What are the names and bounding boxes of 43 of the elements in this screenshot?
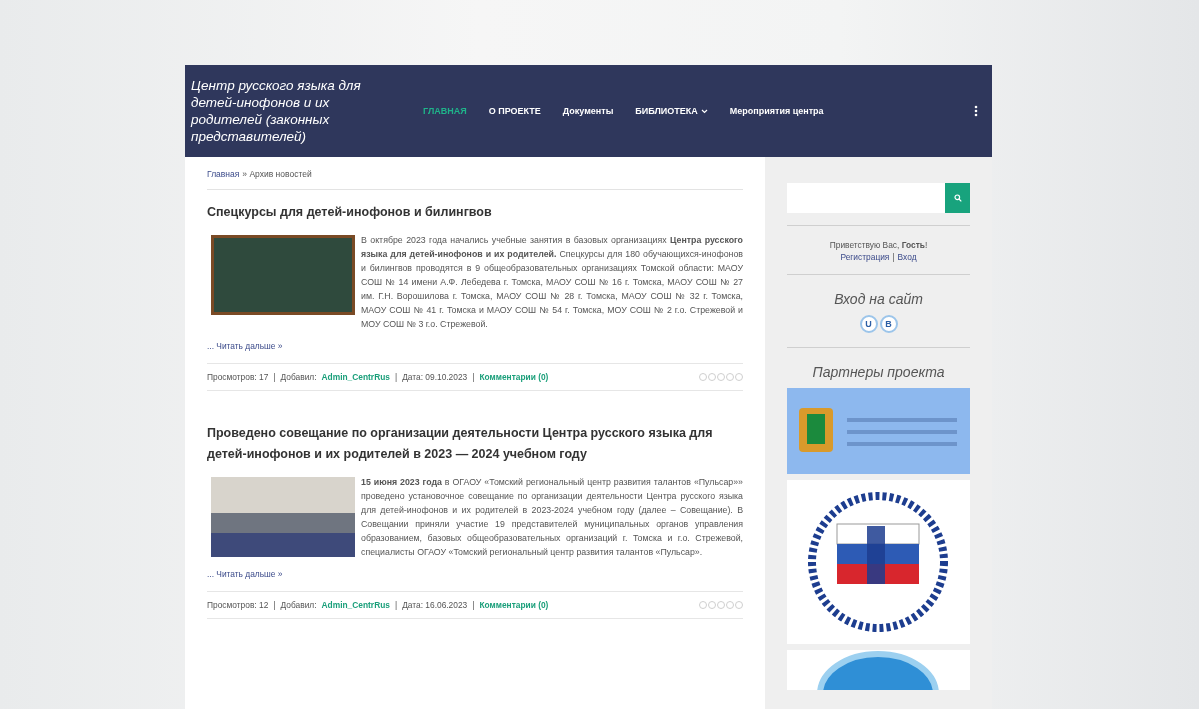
breadcrumb-current: » Архив новостей: [242, 169, 312, 179]
meta-link[interactable]: Комментарии (0): [479, 372, 549, 382]
article-text: 15 июня 2023 года в ОГАОУ «Томский региональный центр развития талантов «Пульсар»» проведено установочное совещание по организации деятельности Центра русского языка для детей-инофонов и их родителей в 2023-2024 учебном году (далее – Совещание). В Совещании приняли участие 19 представителей муниципальных органов управления образованием, базовых общеобразовательных организаций г. Томска и г.о. Стрежевой, специалисты ОГАОУ «Томский региональный центр развития талантов «Пульсар».: [361, 476, 743, 559]
meta-text: Добавил:: [280, 600, 317, 610]
search-field[interactable]: [787, 183, 945, 213]
meta-text: Дата: 09.10.2023: [402, 372, 468, 382]
read-more-link[interactable]: ... Читать дальше »: [207, 569, 283, 579]
site-title[interactable]: Центр русского языка для детей-инофонов и их родителей (законных представителей): [191, 77, 391, 145]
login-service-button[interactable]: U: [859, 315, 878, 333]
separator: |: [394, 372, 398, 382]
separator: |: [273, 372, 276, 382]
meta-link[interactable]: Комментарии (0): [479, 600, 549, 610]
nav-link[interactable]: Документы: [562, 106, 614, 116]
auth-link[interactable]: Вход: [897, 252, 917, 262]
search-button[interactable]: [945, 183, 970, 213]
meta-text: Добавил:: [280, 372, 317, 382]
nav-link[interactable]: БИБЛИОТЕКА: [635, 106, 708, 116]
search-icon: [953, 194, 962, 202]
partner-round-emblem[interactable]: [787, 650, 970, 690]
more-menu-icon[interactable]: [974, 105, 978, 117]
separator: |: [472, 372, 475, 382]
partners-heading: Партнеры проекта: [811, 364, 946, 380]
article-title[interactable]: Проведено совещание по организации деятельности Центра русского языка для детей-инофонов и их родителей в 2023 — 2024 учебном году: [207, 423, 743, 465]
meta-text: Просмотров: 12: [207, 600, 269, 610]
login-heading: Вход на сайт: [833, 291, 924, 307]
nav-link[interactable]: О ПРОЕКТЕ: [488, 106, 541, 116]
nav-link[interactable]: ГЛАВНАЯ: [423, 106, 467, 116]
separator: |: [892, 252, 895, 262]
nav-link[interactable]: Мероприятия центра: [729, 106, 824, 116]
partner-banner[interactable]: [787, 388, 970, 474]
separator: |: [472, 600, 475, 610]
article-text: В октябре 2023 года начались учебные занятия в базовых организациях Центра русского языка для детей-инофонов и их родителей. Спецкурсы для 180 обучающихся-инофонов и билингвов проводятся в 9 общеобразовательных организациях Томской области: МАОУ СОШ № 14 имени А.Ф. Лебедева г. Томска, МАОУ СОШ № 16 г. Томска, МАОУ СОШ № 27 им. Г.Н. Ворошилова г. Томска, МАОУ СОШ № 28 г. Томска, МАОУ СОШ № 32 г. Томска, МАОУ СОШ № 41 г. Томска и МАОУ СОШ № 54 г. Томска, МОУ СОШ № 2 г.о. Стрежевой и МОУ СОШ № 3 г.о. Стрежевой.: [361, 234, 743, 331]
login-service-button[interactable]: B: [879, 315, 898, 333]
caret-icon: [700, 108, 708, 114]
greeting-text: Приветствую Вас, Гость!: [828, 239, 929, 252]
meta-text: Дата: 16.06.2023: [402, 600, 468, 610]
separator: |: [273, 600, 276, 610]
separator: |: [394, 600, 398, 610]
article-title[interactable]: Спецкурсы для детей-инофонов и билингвов: [207, 202, 743, 223]
breadcrumb-link[interactable]: Главная: [207, 169, 240, 179]
auth-link[interactable]: Регистрация: [840, 252, 890, 262]
meta-text: Просмотров: 17: [207, 372, 269, 382]
read-more-link[interactable]: ... Читать дальше »: [207, 341, 283, 351]
